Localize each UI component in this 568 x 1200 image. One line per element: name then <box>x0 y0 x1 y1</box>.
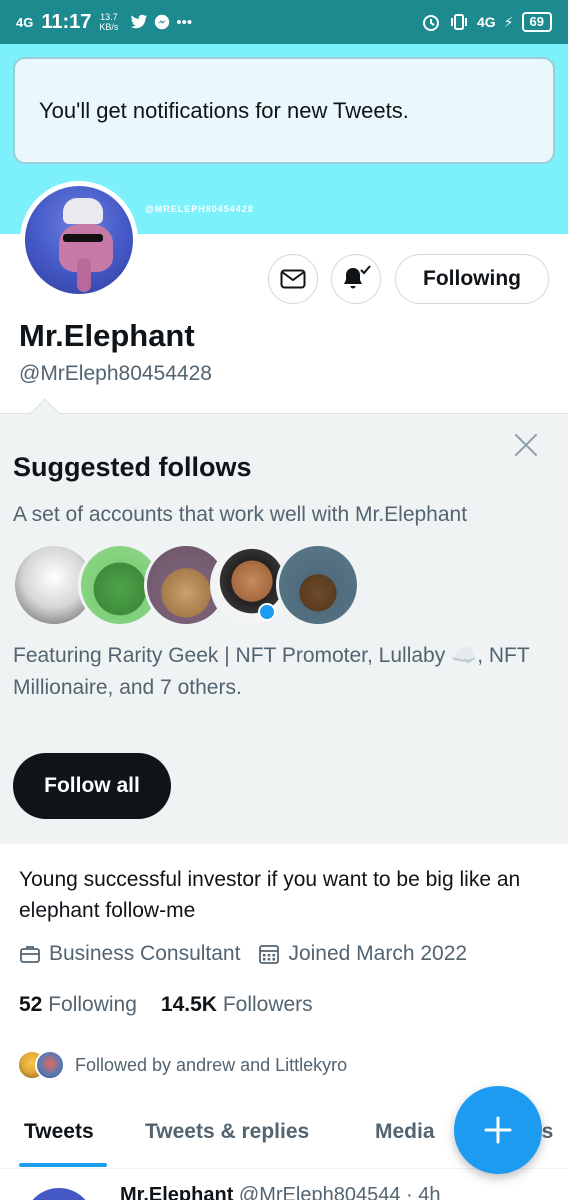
alarm-icon <box>423 15 439 31</box>
plus-icon <box>484 1116 512 1144</box>
clock: 11:17 <box>41 10 92 33</box>
tweet-avatar[interactable] <box>24 1188 94 1200</box>
followers-link[interactable]: 14.5K Followers <box>161 993 313 1017</box>
network-indicator: 4G <box>16 14 34 30</box>
network-speed: 13.7 KB/s <box>99 12 119 32</box>
profile-stats: 52 Following 14.5K Followers <box>19 993 313 1017</box>
notification-toast[interactable]: You'll get notifications for new Tweets. <box>13 57 555 164</box>
followed-by[interactable]: Followed by andrew and Littlekyro <box>17 1050 347 1080</box>
mail-icon <box>280 269 306 289</box>
banner-watermark: @MRELEPH80454428 <box>145 204 254 214</box>
featuring-text: Featuring Rarity Geek | NFT Promoter, Lu… <box>13 644 530 699</box>
vibrate-icon <box>451 14 467 30</box>
close-suggestions-icon[interactable] <box>510 430 540 460</box>
suggested-follows-subtitle: A set of accounts that work well with Mr… <box>13 503 468 526</box>
suggested-avatar[interactable] <box>276 543 360 627</box>
tab-tweets-replies[interactable]: Tweets & replies <box>145 1120 309 1144</box>
network-indicator-right: 4G <box>477 14 496 30</box>
tab-media[interactable]: Media <box>375 1120 435 1144</box>
verified-badge-icon <box>258 603 276 621</box>
status-bar: 4G 11:17 13.7 KB/s ••• 4G ⚡ 69 <box>0 0 568 44</box>
divider <box>0 413 568 414</box>
more-notifications-icon: ••• <box>176 13 193 31</box>
twitter-notification-icon <box>131 14 148 28</box>
suggested-follows-title: Suggested follows <box>13 452 252 482</box>
following-button[interactable]: Following <box>395 254 549 304</box>
message-button[interactable] <box>268 254 318 304</box>
profile-avatar[interactable] <box>20 181 138 299</box>
messenger-notification-icon <box>155 14 170 29</box>
notifications-button[interactable] <box>331 254 381 304</box>
following-link[interactable]: 52 Following <box>19 993 137 1017</box>
follower-avatar <box>35 1050 65 1080</box>
battery-level: 69 <box>521 12 552 32</box>
calendar-icon <box>259 945 280 964</box>
follow-all-button[interactable]: Follow all <box>13 753 171 819</box>
suggested-avatars[interactable] <box>12 543 360 629</box>
profile-handle: @MrEleph80454428 <box>19 362 212 385</box>
profile-meta: Business Consultant Joined March 2022 <box>19 942 485 966</box>
profile-bio: Young successful investor if you want to… <box>19 868 521 922</box>
tab-tweets[interactable]: Tweets <box>24 1120 94 1144</box>
followed-by-text: Followed by andrew and Littlekyro <box>75 1054 348 1075</box>
bell-check-icon <box>344 265 371 289</box>
toast-message: You'll get notifications for new Tweets. <box>39 97 409 123</box>
compose-tweet-button[interactable] <box>454 1086 542 1174</box>
profile-name: Mr.Elephant <box>19 318 195 353</box>
briefcase-icon <box>20 946 40 963</box>
tweet-header: Mr.Elephant @MrEleph804544 · 4h <box>120 1184 441 1200</box>
profile-joined: Joined March 2022 <box>288 942 468 965</box>
active-tab-indicator <box>19 1163 107 1167</box>
charging-icon: ⚡ <box>503 13 514 30</box>
profile-category: Business Consultant <box>49 942 241 965</box>
